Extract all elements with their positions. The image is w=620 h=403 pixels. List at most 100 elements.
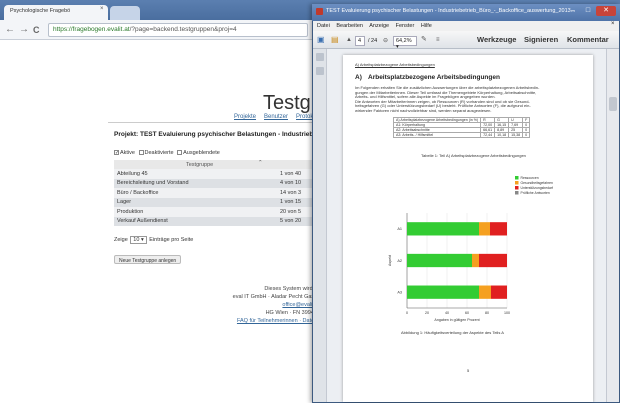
legend-entry: Prüfliche Antworten [521, 191, 550, 195]
minimize-icon[interactable]: – [566, 6, 580, 16]
table-row[interactable]: Verkauf Außendienst 5 von 20 [114, 216, 320, 226]
row-value: 1 von 40 [280, 170, 302, 177]
filter-deaktivierte-label: Deaktivierte [144, 150, 174, 156]
table-cell: 0 [522, 132, 531, 138]
page-size-select[interactable]: 10 ▾ [130, 236, 147, 244]
table-row[interactable]: Abteilung 45 1 von 40 [114, 169, 320, 179]
pdf-scrollbar[interactable] [606, 49, 619, 402]
filter-checkboxes: Aktive Deaktivierte Ausgeblendete [114, 150, 220, 156]
x-tick-label: 40 [445, 311, 449, 315]
reload-icon[interactable]: C [33, 25, 40, 35]
row-name: Bereichsleitung und Vorstand [117, 180, 189, 186]
show-prefix: Zeige [114, 237, 128, 243]
filter-aktive-label: Aktive [120, 150, 135, 156]
tab-title: Psychologische Fragebö [10, 8, 71, 14]
url-host: fragebogen.evalit.at [72, 26, 130, 33]
sign-button[interactable]: Signieren [524, 35, 558, 44]
more-icon[interactable]: ≡ [436, 37, 440, 43]
page-total: / 24 [368, 38, 378, 44]
running-head: A) Arbeitsplatzbezogene Arbeitsbedingung… [355, 62, 435, 67]
url-path: /?page=backend.testgruppen&proj=4 [129, 26, 237, 33]
x-tick-label: 80 [485, 311, 489, 315]
open-icon[interactable]: ▤ [331, 35, 339, 44]
table-row[interactable]: Lager 1 von 15 [114, 197, 320, 207]
filter-aktive-checkbox[interactable] [114, 150, 119, 156]
table-row[interactable]: Büro / Backoffice 14 von 3 [114, 188, 320, 198]
zoom-input[interactable]: 64,2% ▾ [393, 36, 417, 50]
table-cell: 15,38 [508, 132, 524, 138]
row-value: 4 von 10 [280, 180, 302, 186]
y-tick-label: A3 [397, 290, 402, 294]
url-scheme: https:// [53, 26, 73, 33]
table-header[interactable]: Testgruppe ⌃ [114, 160, 320, 169]
row-name: Büro / Backoffice [117, 189, 159, 196]
legend-entry: Unterstützungsbedarf [521, 186, 553, 190]
legend-entry: Gesundheitsgefahren [521, 181, 554, 185]
table-cell: 10,18 [494, 132, 510, 138]
row-value: 14 von 3 [280, 189, 302, 196]
stacked-bar-chart: 0 20 40 60 80 100 A1 A2 A3 Aspekt Angaben in gülti… [388, 176, 553, 322]
forward-icon[interactable]: → [19, 24, 29, 35]
intro-line: wirkender Faktoren nicht nachvollziehbar… [355, 107, 492, 113]
row-value: 5 von 20 [280, 218, 302, 224]
figure-caption: Abbildung 1: Häufigkeitsverteilung der A… [401, 330, 504, 335]
show-suffix: Einträge pro Seite [149, 237, 194, 243]
row-name: Verkauf Außendienst [117, 218, 168, 224]
attachments-icon[interactable] [316, 67, 324, 75]
table-row[interactable]: Produktion 20 von 5 [114, 207, 320, 217]
filter-deaktivierte-checkbox[interactable] [138, 150, 144, 156]
pdf-sidebar [313, 49, 327, 402]
page-size-value: 10 [133, 237, 140, 243]
save-icon[interactable]: ▣ [317, 35, 325, 44]
menu-fenster[interactable]: Fenster [396, 23, 415, 29]
chart-layer: 0 20 40 60 80 100 A1 A2 A3 Aspekt Angaben in gülti… [388, 176, 553, 322]
browser-tab-active[interactable]: Psychologische Fragebö [4, 5, 108, 20]
zoom-out-icon[interactable]: ⊖ [383, 37, 388, 44]
menubar-close-icon[interactable]: × [611, 21, 615, 27]
section-number: A) [355, 74, 362, 81]
legend-swatch [515, 181, 519, 185]
edit-icon[interactable]: ✎ [421, 35, 427, 43]
page-title: Testgr [263, 92, 318, 114]
pages-panel-icon[interactable] [316, 53, 324, 61]
section-heading: Arbeitsplatzbezogene Arbeitsbedingungen [368, 74, 500, 81]
nav-link-projekte[interactable]: Projekte [234, 114, 256, 120]
maximize-icon[interactable]: □ [581, 6, 595, 16]
filter-ausgeblendete-checkbox[interactable] [177, 150, 183, 156]
summary-table: A) Arbeitsplatzbezogene Arbeitsbedingung… [392, 117, 531, 138]
legend-swatch [515, 176, 519, 180]
filter-ausgeblendete-label: Ausgeblendete [183, 150, 220, 156]
page-number-input[interactable]: 4 [355, 36, 365, 46]
table-row[interactable]: Bereichsleitung und Vorstand 4 von 10 [114, 178, 320, 188]
bar-segment [407, 222, 479, 236]
nav-divider [108, 122, 320, 123]
menu-hilfe[interactable]: Hilfe [421, 23, 432, 29]
close-icon[interactable]: ✕ [596, 6, 616, 16]
menu-datei[interactable]: Datei [317, 23, 330, 29]
row-name: Abteilung 45 [117, 170, 148, 177]
tab-close-icon[interactable]: × [100, 6, 104, 12]
new-tab-button[interactable] [110, 6, 140, 20]
address-bar[interactable]: https://fragebogen.evalit.at/?page=backe… [48, 23, 308, 37]
footer-faq-link[interactable]: FAQ für Teilnehmerinnen · Datens [237, 318, 320, 324]
row-value: 1 von 15 [280, 199, 302, 205]
bar-segment [479, 253, 507, 268]
sort-icon[interactable]: ⌃ [258, 160, 263, 166]
table-caption: Tabelle 1: Teil A) Arbeitsplatzbezogene … [421, 153, 526, 158]
bar-segment [479, 222, 490, 236]
tools-button[interactable]: Werkzeuge [477, 35, 516, 44]
row-name: Produktion [117, 208, 144, 215]
table-cell: 72,44 [480, 132, 496, 138]
scrollbar-thumb[interactable] [609, 97, 617, 111]
nav-link-benutzer[interactable]: Benutzer [264, 114, 288, 120]
bar-segment [472, 253, 479, 268]
page-up-icon[interactable]: ▲ [346, 37, 352, 43]
comment-button[interactable]: Kommentar [567, 35, 609, 44]
menu-bearbeiten[interactable]: Bearbeiten [336, 23, 363, 29]
new-testgroup-button[interactable]: Neue Testgruppe anlegen [114, 255, 182, 264]
menu-anzeige[interactable]: Anzeige [369, 23, 389, 29]
page-number: 5 [467, 368, 470, 373]
y-tick-label: A1 [397, 227, 402, 231]
back-icon[interactable]: ← [5, 24, 15, 35]
legend-swatch [515, 186, 519, 190]
